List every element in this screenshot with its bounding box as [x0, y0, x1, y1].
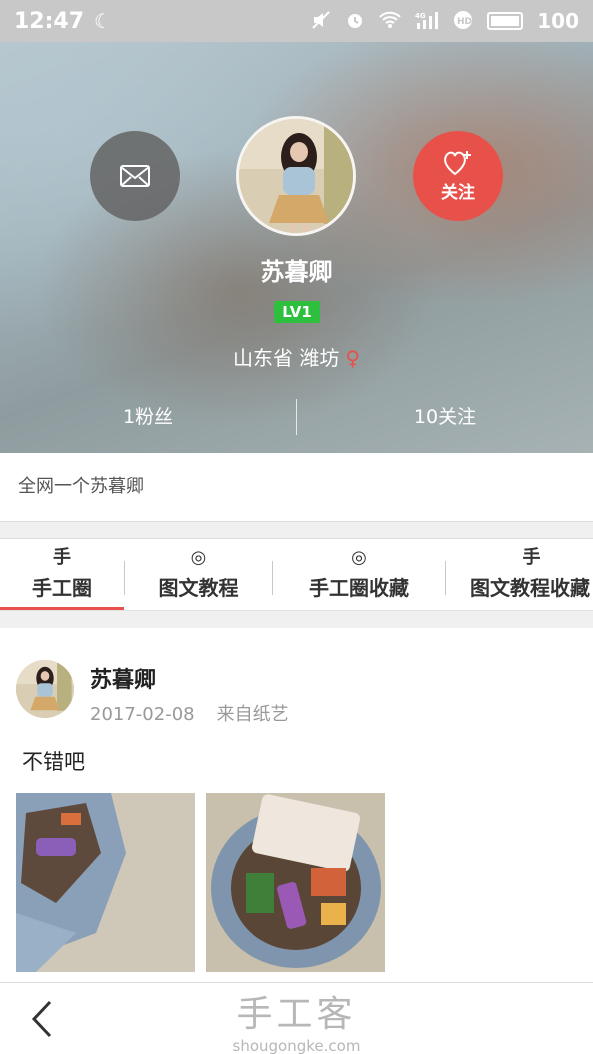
wifi-icon — [379, 11, 401, 32]
profile-header: 关注 苏暮卿 LV1 山东省 潍坊 ♀ 1粉丝 10关注 — [0, 42, 593, 453]
profile-page: 12:47 ☾ 4G HD 100 关注 苏暮卿 LV1 山东省 潍坊 ♀ 1粉… — [0, 0, 593, 1054]
profile-username: 苏暮卿 — [260, 258, 333, 286]
post-image[interactable] — [206, 793, 385, 972]
mute-icon — [311, 10, 331, 33]
tab-handcraft-circle[interactable]: 手 手工圈 — [0, 539, 124, 610]
heart-plus-icon — [444, 150, 471, 175]
avatar-image — [239, 119, 353, 233]
follow-button[interactable]: 关注 — [413, 131, 503, 221]
back-button[interactable] — [22, 997, 62, 1041]
profile-stats: 1粉丝 10关注 — [0, 397, 593, 437]
svg-text:HD: HD — [457, 17, 472, 27]
post-meta: 2017-02-08 来自纸艺 — [90, 700, 289, 726]
photo-bag-open — [16, 793, 195, 972]
signal-icon: 4G — [415, 11, 439, 32]
profile-signature: 全网一个苏暮卿 — [0, 453, 593, 521]
post-source: 来自纸艺 — [216, 704, 289, 725]
level-badge: LV1 — [274, 301, 320, 323]
hand-icon: 手 — [522, 547, 541, 568]
profile-tabs: 手 手工圈 ◎ 图文教程 ◎ 手工圈收藏 手 图文教程收藏 — [0, 539, 593, 611]
watermark: 手工客 shougongke.com — [0, 983, 593, 1054]
envelope-icon — [120, 165, 150, 187]
network-label: 4G — [415, 12, 426, 20]
watermark-cn: 手工客 — [236, 994, 357, 1035]
hd-icon: HD — [453, 10, 473, 33]
watermark-en: shougongke.com — [232, 1037, 361, 1054]
tab-label: 图文教程收藏 — [470, 576, 590, 600]
tab-label: 手工圈 — [32, 576, 92, 600]
location-text: 山东省 潍坊 — [232, 346, 340, 370]
battery-icon — [487, 12, 524, 30]
author-avatar[interactable] — [16, 660, 74, 718]
follow-label: 关注 — [441, 182, 475, 203]
post-author[interactable]: 苏暮卿 — [90, 662, 156, 694]
post-text: 不错吧 — [22, 750, 85, 774]
chevron-left-icon — [31, 1000, 52, 1038]
section-divider — [0, 521, 593, 539]
following-count[interactable]: 10关注 — [297, 397, 593, 437]
post-date: 2017-02-08 — [90, 704, 195, 725]
mascot-icon: ◎ — [190, 547, 207, 568]
avatar-image — [16, 660, 74, 718]
status-time: 12:47 — [14, 8, 85, 34]
section-divider — [0, 611, 593, 628]
status-bar: 12:47 ☾ 4G HD 100 — [0, 0, 593, 42]
moon-icon: ☾ — [94, 9, 112, 33]
bottom-bar: 手工客 shougongke.com — [0, 982, 593, 1054]
hand-icon: 手 — [53, 547, 71, 568]
tab-tutorial-favorites[interactable]: 手 图文教程收藏 — [446, 539, 593, 610]
profile-avatar[interactable] — [236, 116, 356, 236]
post-card[interactable]: 苏暮卿 2017-02-08 来自纸艺 不错吧 — [0, 628, 593, 982]
tab-handcraft-favorites[interactable]: ◎ 手工圈收藏 — [273, 539, 445, 610]
photo-bag-top — [206, 793, 385, 972]
tab-tutorials[interactable]: ◎ 图文教程 — [125, 539, 272, 610]
profile-location: 山东省 潍坊 ♀ — [0, 342, 593, 371]
post-image[interactable] — [16, 793, 195, 972]
fans-count[interactable]: 1粉丝 — [0, 397, 296, 437]
alarm-icon — [345, 10, 365, 33]
female-icon: ♀ — [345, 346, 360, 370]
tab-label: 图文教程 — [158, 576, 239, 600]
tab-label: 手工圈收藏 — [309, 576, 409, 600]
message-button[interactable] — [90, 131, 180, 221]
battery-level: 100 — [537, 9, 579, 33]
mascot-icon: ◎ — [351, 547, 367, 568]
